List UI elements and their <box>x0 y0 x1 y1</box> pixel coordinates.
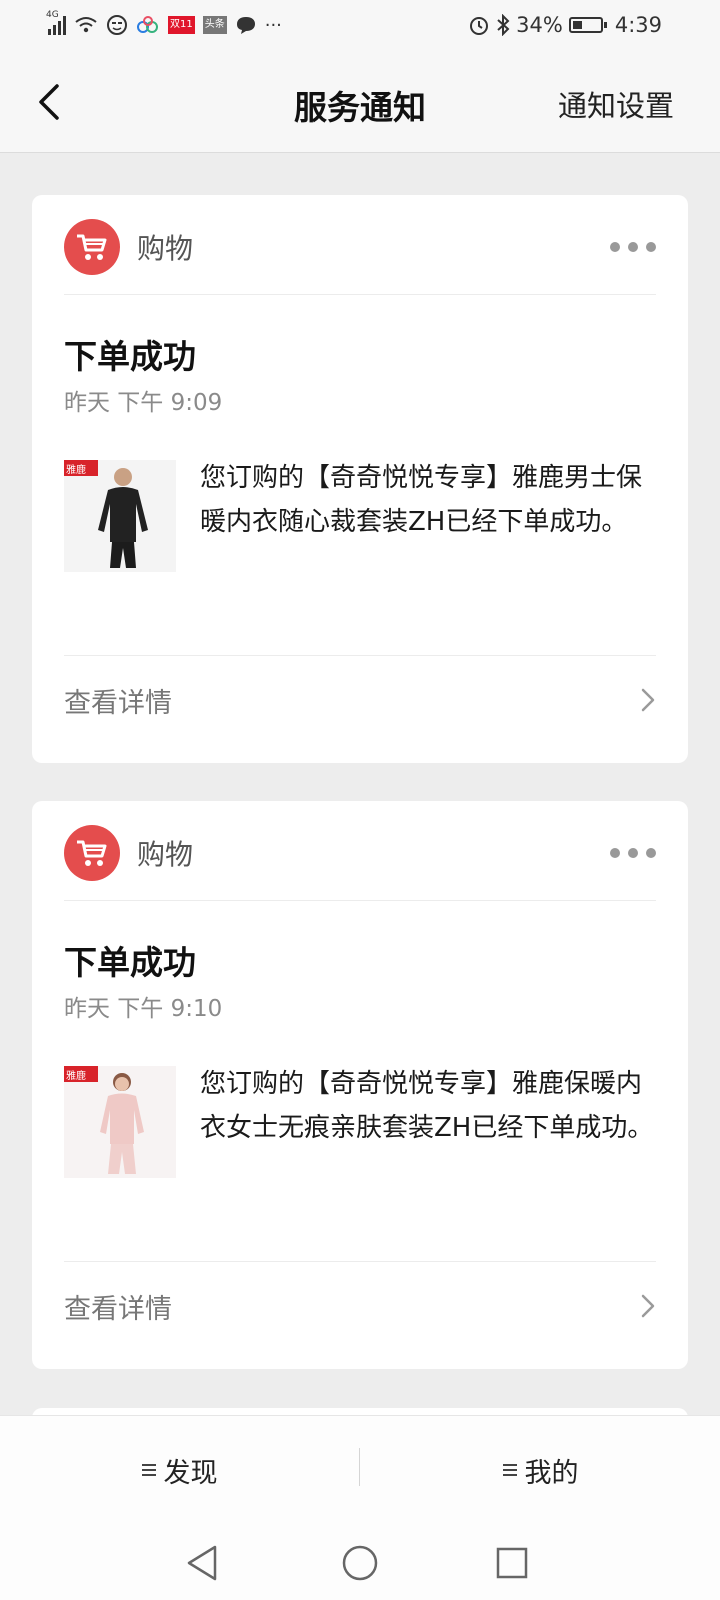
card-header: 购物 <box>64 215 656 279</box>
view-details-label: 查看详情 <box>64 1293 172 1325</box>
menu-discover-button[interactable]: 发现 <box>0 1416 359 1524</box>
source-label: 购物 <box>137 838 194 871</box>
battery-icon <box>568 17 607 33</box>
more-options-button[interactable] <box>610 235 656 259</box>
source-label: 购物 <box>137 232 194 265</box>
bluetooth-icon <box>497 14 510 36</box>
alarm-icon <box>470 17 489 35</box>
shopping-festival-icon: 双11 <box>168 16 195 34</box>
wifi-icon <box>75 17 97 33</box>
notification-settings-button[interactable]: 通知设置 <box>558 83 674 125</box>
menu-mine-button[interactable]: 我的 <box>361 1416 720 1524</box>
product-thumbnail[interactable]: 雅鹿 <box>64 460 176 572</box>
network-type: 4G <box>46 10 59 20</box>
card-time: 昨天 下午 9:10 <box>64 996 223 1022</box>
square-recents-icon <box>496 1547 528 1579</box>
card-title: 下单成功 <box>64 337 196 376</box>
circle-home-icon <box>342 1545 378 1581</box>
card-time: 昨天 下午 9:09 <box>64 390 223 416</box>
man-thermal-underwear-photo-icon <box>64 460 176 572</box>
cart-glyph-icon <box>77 234 107 260</box>
battery-level <box>572 21 582 29</box>
divider <box>64 294 656 295</box>
triangle-back-icon <box>187 1545 217 1581</box>
card-header: 购物 <box>64 821 656 885</box>
product-thumbnail[interactable]: 雅鹿 <box>64 1066 176 1178</box>
menu-list-icon <box>141 1461 156 1479</box>
menu-mine-label: 我的 <box>524 1457 579 1489</box>
view-details-label: 查看详情 <box>64 687 172 719</box>
notification-card: 购物 下单成功 昨天 下午 9:09 雅鹿 您订购的【奇奇悦悦专享】雅鹿男士保暖… <box>32 195 688 763</box>
shopping-cart-icon <box>64 219 120 275</box>
face-app-icon <box>107 15 127 35</box>
menu-separator <box>359 1448 360 1486</box>
divider <box>64 900 656 901</box>
news-app-icon: 头条 <box>202 16 227 34</box>
card-title: 下单成功 <box>64 943 196 982</box>
system-navigation-bar <box>0 1523 720 1600</box>
system-home-button[interactable] <box>330 1533 390 1593</box>
chevron-right-icon <box>641 1294 655 1318</box>
menu-discover-label: 发现 <box>163 1457 218 1489</box>
view-details-row[interactable]: 查看详情 <box>64 656 656 744</box>
cloud-app-icon <box>137 16 158 33</box>
screen: 4G 双11 头条 ··· 34% 4:39 服务通知 通知设置 购物 下单成功… <box>0 0 720 1600</box>
cell-signal-icon: 4G <box>46 10 66 35</box>
battery-percent: 34% <box>516 13 563 37</box>
status-left: 4G 双11 头条 ··· <box>46 10 282 38</box>
more-options-button[interactable] <box>610 841 656 865</box>
system-recents-button[interactable] <box>482 1533 542 1593</box>
menu-list-icon <box>502 1461 517 1479</box>
status-bar: 4G 双11 头条 ··· 34% 4:39 <box>0 0 720 52</box>
card-message: 您订购的【奇奇悦悦专享】雅鹿男士保暖内衣随心裁套装ZH已经下单成功。 <box>200 463 643 537</box>
notification-card: 购物 下单成功 昨天 下午 9:10 雅鹿 您订购的【奇奇悦悦专享】雅鹿保暖内衣… <box>32 801 688 1369</box>
chevron-right-icon <box>641 688 655 712</box>
message-icon <box>236 17 255 34</box>
status-right: 34% 4:39 <box>468 12 662 38</box>
view-details-row[interactable]: 查看详情 <box>64 1262 656 1350</box>
bottom-menu: 发现 我的 <box>0 1415 720 1524</box>
brand-logo: 雅鹿 <box>66 465 86 476</box>
shopping-cart-icon <box>64 825 120 881</box>
clock: 4:39 <box>614 13 662 37</box>
nav-bar: 服务通知 通知设置 <box>0 52 720 153</box>
system-back-button[interactable] <box>172 1533 232 1593</box>
brand-logo: 雅鹿 <box>66 1071 86 1082</box>
more-notifications-icon: ··· <box>264 14 282 36</box>
woman-thermal-underwear-photo-icon <box>64 1066 176 1178</box>
card-message: 您订购的【奇奇悦悦专享】雅鹿保暖内衣女士无痕亲肤套装ZH已经下单成功。 <box>200 1069 654 1143</box>
cart-glyph-icon <box>77 840 107 866</box>
